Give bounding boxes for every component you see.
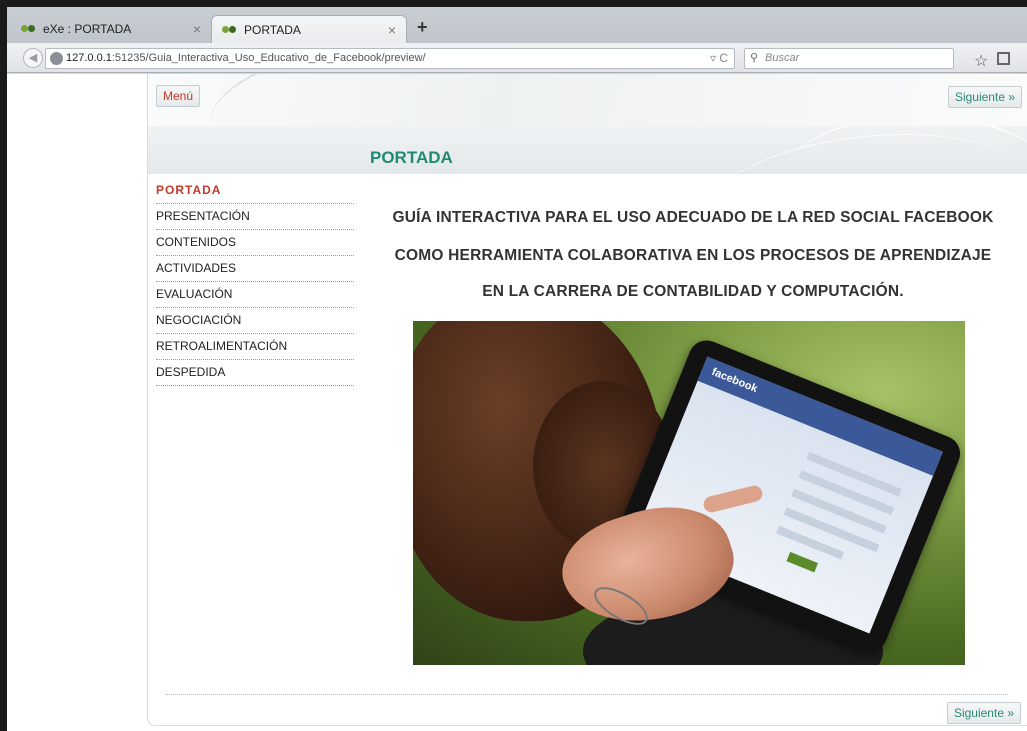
close-icon[interactable]: ×: [388, 22, 396, 38]
nav-item-despedida[interactable]: DESPEDIDA: [156, 360, 354, 386]
footer-divider: [166, 694, 1008, 695]
next-button-top[interactable]: Siguiente »: [947, 86, 1022, 108]
tab-exe-portada[interactable]: eXe : PORTADA ×: [11, 15, 211, 43]
guide-title-line: EN LA CARRERA DE CONTABILIDAD Y COMPUTAC…: [482, 283, 904, 300]
bookmark-star-icon[interactable]: ☆: [974, 51, 988, 71]
page-title: PORTADA: [370, 148, 453, 167]
close-icon[interactable]: ×: [193, 21, 201, 37]
header-banner: [148, 126, 1027, 174]
nav-item-negociacion[interactable]: NEGOCIACIÓN: [156, 308, 354, 334]
exe-page: Menú Siguiente » PORTADA PORTADA PRESENT…: [147, 74, 1027, 726]
menu-button[interactable]: Menú: [156, 85, 201, 107]
page-viewport: Menú Siguiente » PORTADA PORTADA PRESENT…: [7, 74, 1027, 731]
guide-title-line: GUÍA INTERACTIVA PARA EL USO ADECUADO DE…: [392, 209, 994, 226]
reload-icon[interactable]: ▿ C: [710, 49, 728, 68]
nav-item-evaluacion[interactable]: EVALUACIÓN: [156, 282, 354, 308]
nav-item-actividades[interactable]: ACTIVIDADES: [156, 256, 354, 282]
nav-item-contenidos[interactable]: CONTENIDOS: [156, 230, 354, 256]
url-host: 127.0.0.1: [66, 52, 112, 64]
exe-logo-icon: [21, 22, 37, 36]
address-bar[interactable]: 127.0.0.1:51235/Guia_Interactiva_Uso_Edu…: [45, 48, 735, 69]
page-gutter: [7, 74, 147, 731]
search-placeholder: Buscar: [765, 52, 800, 64]
navigation-toolbar: ◀ 127.0.0.1:51235/Guia_Interactiva_Uso_E…: [7, 43, 1027, 73]
tab-title: PORTADA: [244, 22, 301, 37]
tab-title: eXe : PORTADA: [43, 22, 132, 36]
new-tab-button[interactable]: +: [417, 17, 428, 38]
nav-item-retroalimentacion[interactable]: RETROALIMENTACIÓN: [156, 334, 354, 360]
hero-photo-woman-with-tablet: facebook: [413, 321, 965, 665]
back-button[interactable]: ◀: [23, 48, 43, 68]
top-nav-bar: Menú Siguiente »: [148, 74, 1027, 126]
site-nav-menu: PORTADA PRESENTACIÓN CONTENIDOS ACTIVIDA…: [156, 178, 354, 386]
nav-item-portada[interactable]: PORTADA: [156, 178, 354, 204]
tab-portada[interactable]: PORTADA ×: [211, 15, 407, 43]
bookmarks-menu-icon[interactable]: [997, 52, 1010, 65]
guide-title-line: COMO HERRAMIENTA COLABORATIVA EN LOS PRO…: [394, 247, 992, 264]
decorative-swoosh: [200, 74, 436, 126]
search-icon: ⚲: [750, 52, 759, 64]
exe-logo-icon: [222, 23, 238, 37]
globe-icon: [50, 52, 63, 65]
next-button-bottom[interactable]: Siguiente »: [946, 702, 1021, 724]
browser-window: eXe : PORTADA × PORTADA × + ◀ 127.0.0.1:…: [7, 7, 1027, 731]
search-input[interactable]: ⚲ Buscar: [744, 48, 954, 69]
url-path: :51235/Guia_Interactiva_Uso_Educativo_de…: [111, 52, 426, 64]
tab-strip: eXe : PORTADA × PORTADA × +: [7, 7, 1027, 43]
nav-item-presentacion[interactable]: PRESENTACIÓN: [156, 204, 354, 230]
